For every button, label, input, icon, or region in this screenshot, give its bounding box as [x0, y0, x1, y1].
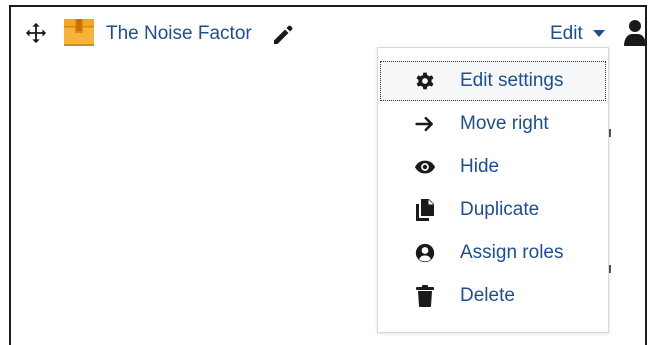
copy-icon	[414, 199, 436, 221]
menu-item-delete[interactable]: Delete	[380, 276, 606, 316]
eye-icon	[414, 156, 436, 178]
menu-item-label: Assign roles	[460, 242, 564, 263]
gear-icon	[414, 70, 436, 92]
trash-icon	[414, 285, 436, 307]
activity-container: The Noise Factor Edit Edit settings Move…	[9, 5, 647, 345]
background-divider	[609, 265, 611, 273]
menu-item-hide[interactable]: Hide	[380, 147, 606, 187]
pencil-icon[interactable]	[271, 23, 295, 47]
edit-dropdown-menu: Edit settings Move right Hide Duplicate …	[377, 47, 609, 333]
edit-menu-toggle[interactable]: Edit	[550, 21, 605, 47]
user-circle-icon	[414, 242, 436, 264]
menu-item-duplicate[interactable]: Duplicate	[380, 190, 606, 230]
menu-item-label: Move right	[460, 113, 549, 134]
menu-item-label: Delete	[460, 285, 515, 306]
user-icon[interactable]	[623, 19, 647, 47]
menu-item-edit-settings[interactable]: Edit settings	[380, 61, 606, 101]
edit-toggle-label: Edit	[550, 23, 583, 44]
background-divider	[609, 129, 611, 137]
activity-title-link[interactable]: The Noise Factor	[106, 22, 252, 46]
package-box-icon	[64, 19, 94, 46]
move-arrows-icon[interactable]	[25, 22, 47, 44]
caret-down-icon	[592, 30, 605, 37]
menu-item-label: Duplicate	[460, 199, 540, 220]
menu-item-move-right[interactable]: Move right	[380, 104, 606, 144]
menu-item-label: Edit settings	[460, 70, 564, 91]
menu-item-assign-roles[interactable]: Assign roles	[380, 233, 606, 273]
menu-item-label: Hide	[460, 156, 500, 177]
arrow-right-icon	[414, 113, 436, 135]
